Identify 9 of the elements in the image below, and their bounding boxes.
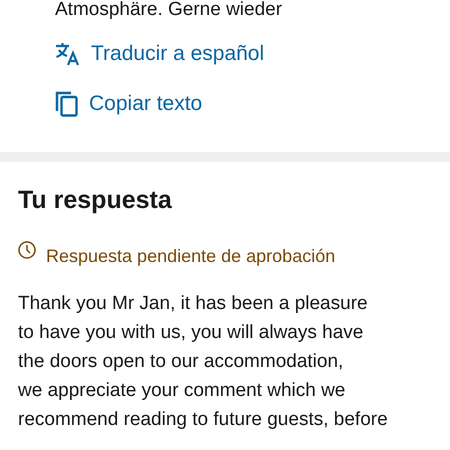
clock-icon bbox=[18, 241, 36, 259]
copy-icon bbox=[55, 91, 79, 117]
translate-icon bbox=[55, 42, 81, 66]
copy-text-link[interactable]: Copiar texto bbox=[89, 92, 202, 116]
reply-text: Thank you Mr Jan, it has been a pleasure to have you with us, you will always have the doors open to our accommodation, we appreciate your comment which we recommend reading to future guests, before bbox=[18, 292, 389, 432]
translate-link[interactable]: Traducir a español bbox=[91, 42, 264, 66]
status-text: Respuesta pendiente de aprobación bbox=[46, 245, 336, 267]
section-title: Tu respuesta bbox=[18, 185, 173, 216]
review-text: Atmosphäre. Gerne wieder bbox=[55, 0, 284, 20]
